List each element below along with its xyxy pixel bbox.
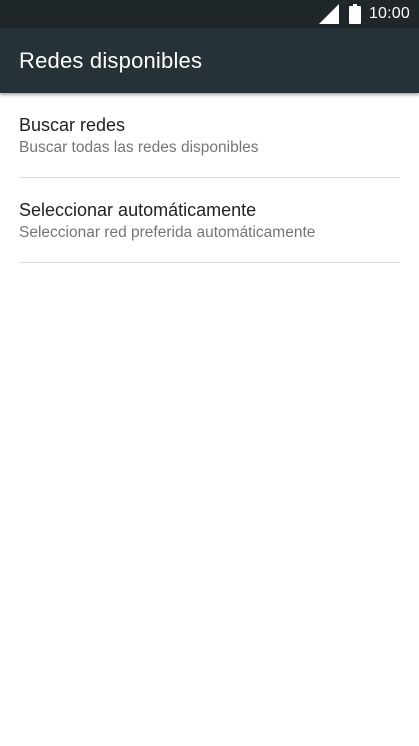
battery-icon xyxy=(348,4,361,24)
list-item-select-automatically[interactable]: Seleccionar automáticamente Seleccionar … xyxy=(19,178,400,263)
list-item-title: Seleccionar automáticamente xyxy=(19,200,257,220)
list-item-title: Buscar redes xyxy=(19,115,126,135)
status-clock: 10:00 xyxy=(368,5,410,22)
app-bar: Redes disponibles xyxy=(0,28,419,93)
status-bar: 10:00 xyxy=(0,0,419,28)
network-options-list: Buscar redes Buscar todas las redes disp… xyxy=(0,93,419,263)
cell-signal-icon xyxy=(318,4,339,24)
list-item-search-networks[interactable]: Buscar redes Buscar todas las redes disp… xyxy=(19,93,400,178)
list-item-summary: Buscar todas las redes disponibles xyxy=(19,139,259,156)
page-title: Redes disponibles xyxy=(19,47,203,73)
list-item-summary: Seleccionar red preferida automáticament… xyxy=(19,224,316,241)
screen: 10:00 Redes disponibles Buscar redes Bus… xyxy=(0,0,419,746)
